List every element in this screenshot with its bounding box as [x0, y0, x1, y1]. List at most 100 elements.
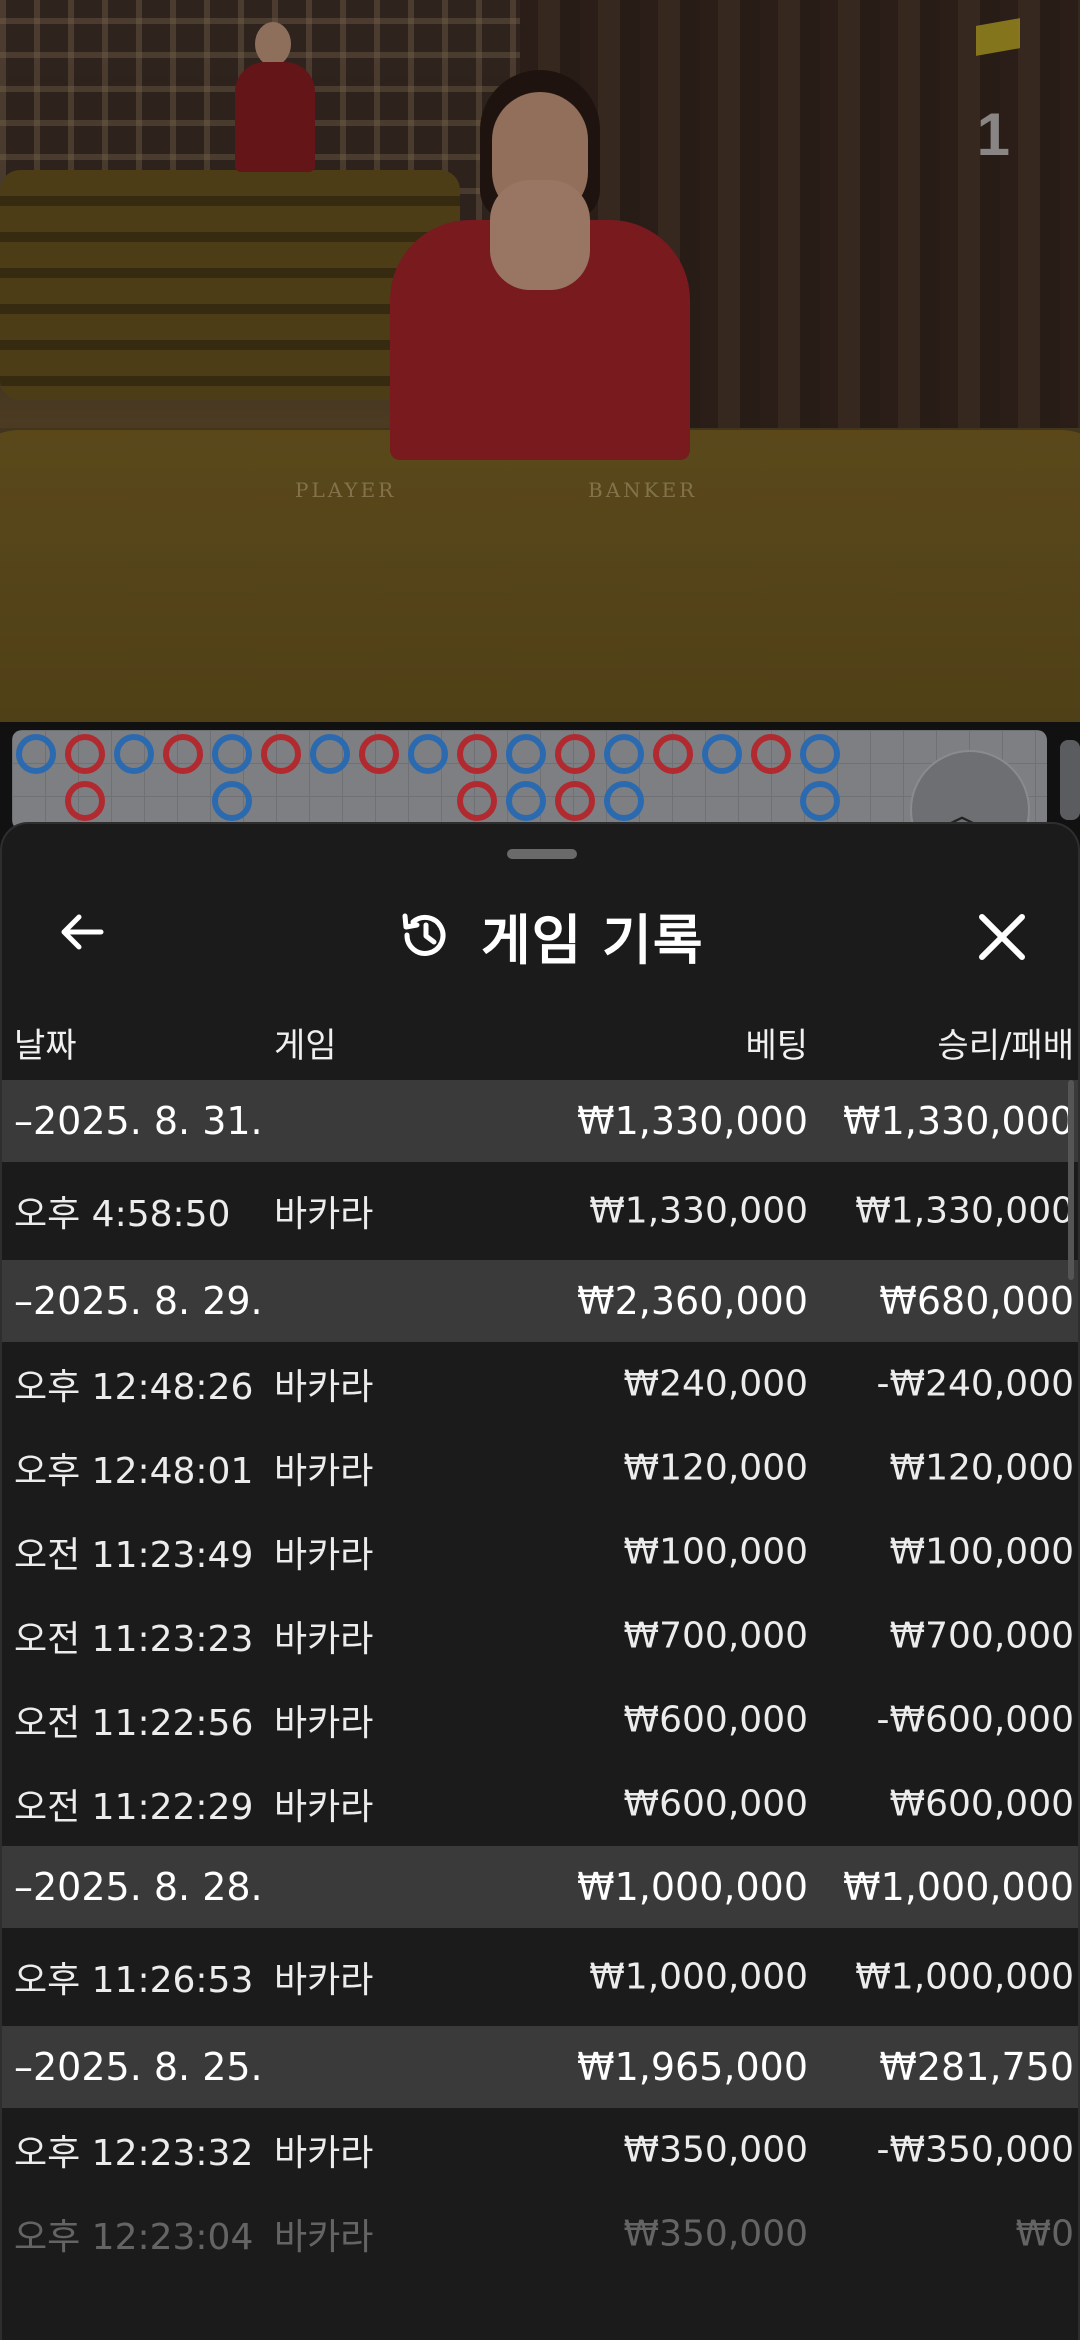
bead-banker — [555, 734, 596, 774]
bead-player — [408, 734, 449, 774]
history-row: 오후 11:26:53 바카라 ₩1,000,000 ₩1,000,000 — [2, 1928, 1078, 2026]
row-date: –2025. 8. 29. — [14, 1279, 263, 1323]
column-bet: 베팅 — [745, 1026, 808, 1066]
row-date: –2025. 8. 28. — [14, 1865, 263, 1909]
bead-banker — [653, 734, 694, 774]
bead-player — [114, 734, 154, 774]
row-result: ₩0 — [1015, 2213, 1075, 2255]
page-title: 게임 기록 — [481, 908, 704, 972]
row-bet: ₩350,000 — [623, 2129, 808, 2171]
sheet-header: 게임 기록 — [2, 870, 1078, 1000]
bead-player — [16, 734, 56, 774]
row-result: ₩1,000,000 — [843, 1865, 1074, 1909]
live-video-stream[interactable]: PLAYER BANKER 1 — [0, 0, 1080, 722]
history-list[interactable]: –2025. 8. 31. ₩1,330,000 ₩1,330,000 오후 4:58… — [2, 1080, 1078, 2276]
history-icon — [402, 913, 446, 956]
history-row: 오후 4:58:50 바카라 ₩1,330,000 ₩1,330,000 — [2, 1162, 1078, 1260]
back-button[interactable] — [42, 892, 122, 972]
bead-player — [702, 734, 743, 774]
bead-player — [506, 781, 547, 821]
row-game: 바카라 — [274, 1787, 374, 1828]
row-result: -₩600,000 — [876, 1699, 1074, 1741]
bead-player — [800, 781, 841, 821]
row-bet: ₩240,000 — [623, 1363, 808, 1405]
bead-player — [310, 734, 351, 774]
row-game: 바카라 — [274, 1960, 374, 2001]
history-row: 오후 12:23:32 바카라 ₩350,000 -₩350,000 — [2, 2108, 1078, 2192]
column-game: 게임 — [274, 1026, 337, 1066]
scrollbar[interactable] — [1068, 1080, 1074, 1280]
bead-banker — [261, 734, 302, 774]
row-result: ₩100,000 — [889, 1531, 1074, 1573]
row-bet: ₩100,000 — [623, 1531, 808, 1573]
bead-player — [506, 734, 547, 774]
bead-banker — [457, 734, 498, 774]
date-group-row[interactable]: –2025. 8. 28. ₩1,000,000 ₩1,000,000 — [2, 1846, 1078, 1928]
row-date: 오후 11:26:53 — [14, 1960, 254, 2001]
row-game: 바카라 — [274, 1451, 374, 1492]
row-date: 오후 12:23:32 — [14, 2133, 254, 2174]
row-bet: ₩700,000 — [623, 1615, 808, 1657]
row-result: -₩240,000 — [876, 1363, 1074, 1405]
row-game: 바카라 — [274, 2133, 374, 2174]
history-row: 오전 11:22:29 바카라 ₩600,000 ₩600,000 — [2, 1762, 1078, 1846]
row-bet: ₩600,000 — [623, 1783, 808, 1825]
row-result: ₩120,000 — [889, 1447, 1074, 1489]
row-result: ₩600,000 — [889, 1783, 1074, 1825]
bead-road-map[interactable] — [12, 730, 1047, 830]
bead-player — [604, 781, 645, 821]
row-date: –2025. 8. 31. — [14, 1099, 263, 1143]
row-bet: ₩1,000,000 — [577, 1865, 808, 1909]
row-game: 바카라 — [274, 1619, 374, 1660]
row-date: 오후 4:58:50 — [14, 1194, 231, 1235]
bead-banker — [751, 734, 792, 774]
row-bet: ₩1,330,000 — [589, 1190, 808, 1232]
history-row: 오후 12:48:01 바카라 ₩120,000 ₩120,000 — [2, 1426, 1078, 1510]
row-game: 바카라 — [274, 1367, 374, 1408]
bead-player — [604, 734, 645, 774]
side-panel-edge[interactable] — [1060, 740, 1080, 820]
close-icon — [979, 914, 1025, 960]
bead-player — [212, 734, 253, 774]
date-group-row[interactable]: –2025. 8. 31. ₩1,330,000 ₩1,330,000 — [2, 1080, 1078, 1162]
bead-player — [212, 781, 253, 821]
bead-banker — [65, 781, 105, 821]
row-date: –2025. 8. 25. — [14, 2045, 263, 2089]
column-result: 승리/패배 — [937, 1026, 1074, 1066]
date-group-row[interactable]: –2025. 8. 29. ₩2,360,000 ₩680,000 — [2, 1260, 1078, 1342]
drag-handle[interactable] — [507, 849, 577, 859]
row-bet: ₩2,360,000 — [577, 1279, 808, 1323]
row-date: 오전 11:23:23 — [14, 1619, 254, 1660]
close-button[interactable] — [957, 892, 1047, 982]
bead-banker — [359, 734, 400, 774]
history-row: 오후 12:23:04 바카라 ₩350,000 ₩0 — [2, 2192, 1078, 2276]
column-date: 날짜 — [14, 1026, 77, 1066]
game-history-sheet: 게임 기록 날짜 게임 베팅 승리/패배 –2025. 8. 31. ₩1,330… — [0, 822, 1080, 2340]
row-result: ₩700,000 — [889, 1615, 1074, 1657]
history-row: 오전 11:23:23 바카라 ₩700,000 ₩700,000 — [2, 1594, 1078, 1678]
row-game: 바카라 — [274, 2217, 374, 2258]
row-game: 바카라 — [274, 1535, 374, 1576]
title-group: 게임 기록 — [397, 900, 704, 972]
overlay-dim — [0, 0, 1080, 722]
row-date: 오후 12:48:26 — [14, 1367, 254, 1408]
row-bet: ₩1,965,000 — [577, 2045, 808, 2089]
history-row: 오후 12:48:26 바카라 ₩240,000 -₩240,000 — [2, 1342, 1078, 1426]
row-date: 오후 12:23:04 — [14, 2217, 254, 2258]
row-date: 오전 11:22:56 — [14, 1703, 254, 1744]
row-result: ₩1,330,000 — [843, 1099, 1074, 1143]
row-game: 바카라 — [274, 1194, 374, 1235]
row-result: ₩1,000,000 — [855, 1956, 1074, 1998]
date-group-row[interactable]: –2025. 8. 25. ₩1,965,000 ₩281,750 — [2, 2026, 1078, 2108]
row-bet: ₩1,330,000 — [577, 1099, 808, 1143]
row-date: 오전 11:22:29 — [14, 1787, 254, 1828]
row-result: ₩1,330,000 — [855, 1190, 1074, 1232]
bead-banker — [555, 781, 596, 821]
row-result: -₩350,000 — [876, 2129, 1074, 2171]
row-bet: ₩1,000,000 — [589, 1956, 808, 1998]
row-game: 바카라 — [274, 1703, 374, 1744]
table-header: 날짜 게임 베팅 승리/패배 — [2, 1000, 1078, 1080]
history-row: 오전 11:23:49 바카라 ₩100,000 ₩100,000 — [2, 1510, 1078, 1594]
row-result: ₩680,000 — [879, 1279, 1074, 1323]
bead-banker — [65, 734, 105, 774]
